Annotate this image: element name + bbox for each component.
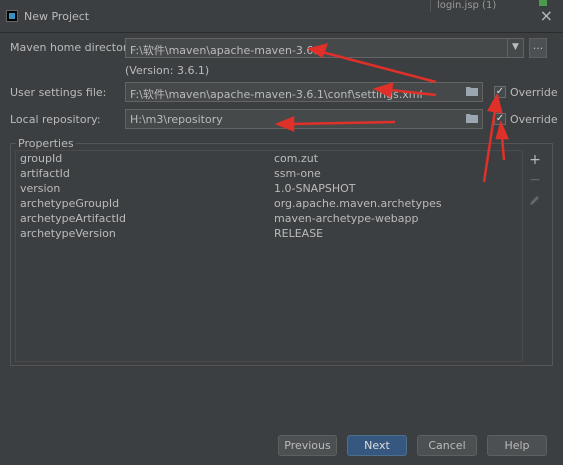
add-property-button[interactable]: + <box>528 153 542 167</box>
settings-file-value: F:\软件\maven\apache-maven-3.6.1\conf\sett… <box>130 88 423 101</box>
property-key: archetypeVersion <box>20 227 116 240</box>
settings-file-label: User settings file: <box>10 86 107 99</box>
property-value: maven-archetype-webapp <box>274 212 419 225</box>
previous-button[interactable]: Previous <box>278 435 337 456</box>
property-value: org.apache.maven.archetypes <box>274 197 442 210</box>
edit-icon[interactable] <box>528 193 542 207</box>
property-value: 1.0-SNAPSHOT <box>274 182 356 195</box>
folder-icon[interactable] <box>466 113 478 123</box>
settings-override-label: Override <box>510 86 558 99</box>
property-value: RELEASE <box>274 227 324 240</box>
local-repo-override-checkbox[interactable]: ✓ <box>494 113 506 125</box>
table-row[interactable]: artifactId ssm-one <box>16 166 522 181</box>
maven-home-label: Maven home directory: <box>10 41 137 54</box>
remove-property-button[interactable]: − <box>528 173 542 187</box>
properties-table[interactable]: groupId com.zut artifactId ssm-one versi… <box>15 150 523 362</box>
close-icon[interactable]: × <box>540 6 553 25</box>
window-title: New Project <box>24 10 90 23</box>
property-key: archetypeArtifactId <box>20 212 126 225</box>
property-value: ssm-one <box>274 167 321 180</box>
property-key: version <box>20 182 61 195</box>
local-repo-label: Local repository: <box>10 113 101 126</box>
property-value: com.zut <box>274 152 319 165</box>
table-row[interactable]: version 1.0-SNAPSHOT <box>16 181 522 196</box>
table-row[interactable]: archetypeVersion RELEASE <box>16 226 522 241</box>
maven-home-value: F:\软件\maven\apache-maven-3.6.1 <box>130 44 324 57</box>
browse-maven-home-button[interactable]: ... <box>529 38 547 58</box>
local-repo-field[interactable]: H:\m3\repository <box>125 109 483 129</box>
table-row[interactable]: groupId com.zut <box>16 151 522 166</box>
intellij-app-icon <box>6 10 18 22</box>
maven-version-text: (Version: 3.6.1) <box>125 64 210 77</box>
properties-title: Properties <box>16 137 76 150</box>
folder-icon[interactable] <box>466 86 478 96</box>
settings-file-field[interactable]: F:\软件\maven\apache-maven-3.6.1\conf\sett… <box>125 82 483 102</box>
local-repo-value: H:\m3\repository <box>130 113 223 126</box>
local-repo-override-label: Override <box>510 113 558 126</box>
title-bar: New Project login.jsp (1) × <box>0 0 563 33</box>
table-row[interactable]: archetypeArtifactId maven-archetype-weba… <box>16 211 522 226</box>
table-row[interactable]: archetypeGroupId org.apache.maven.archet… <box>16 196 522 211</box>
property-key: artifactId <box>20 167 70 180</box>
property-key: groupId <box>20 152 63 165</box>
background-tab: login.jsp (1) <box>430 0 502 12</box>
cancel-button[interactable]: Cancel <box>417 435 477 456</box>
next-button[interactable]: Next <box>347 435 407 456</box>
maven-home-field[interactable]: F:\软件\maven\apache-maven-3.6.1 ▼ <box>125 38 524 58</box>
chevron-down-icon[interactable]: ▼ <box>507 39 523 57</box>
property-key: archetypeGroupId <box>20 197 120 210</box>
settings-override-checkbox[interactable]: ✓ <box>494 86 506 98</box>
help-button[interactable]: Help <box>487 435 547 456</box>
